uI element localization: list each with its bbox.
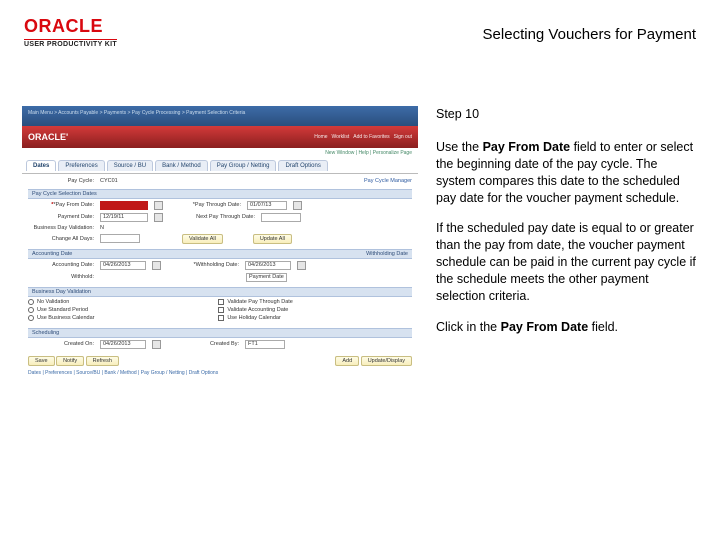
- check-pay-through[interactable]: Validate Pay Through Date: [218, 299, 293, 305]
- brand-bar: ORACLE' Home Worklist Add to Favorites S…: [22, 126, 418, 148]
- check-accounting-date[interactable]: Validate Accounting Date: [218, 307, 288, 313]
- bd-validation-label: Business Day Validation:: [28, 225, 94, 231]
- calendar-icon[interactable]: [293, 201, 302, 210]
- breadcrumb: Main Menu > Accounts Payable > Payments …: [22, 106, 418, 120]
- check-holiday-calendar[interactable]: Use Holiday Calendar: [218, 315, 281, 321]
- bd-validation-value: N: [100, 225, 104, 231]
- link-favorites[interactable]: Add to Favorites: [353, 134, 389, 140]
- created-by-label: Created By:: [167, 341, 239, 347]
- change-all-label: Change All Days:: [28, 236, 94, 242]
- pay-through-date-label: *Pay Through Date:: [169, 202, 241, 208]
- tab-preferences[interactable]: Preferences: [58, 160, 104, 171]
- save-button[interactable]: Save: [28, 356, 55, 366]
- pay-from-date-label: **Pay From Date:: [28, 202, 94, 208]
- pay-from-date-field[interactable]: [100, 201, 148, 210]
- pay-cycle-manager-link[interactable]: Pay Cycle Manager: [364, 178, 412, 184]
- next-pay-through-label: Next Pay Through Date:: [169, 214, 255, 220]
- calendar-icon[interactable]: [297, 261, 306, 270]
- pay-cycle-value: CYC01: [100, 178, 118, 184]
- section-scheduling: Scheduling: [28, 328, 412, 338]
- section-accounting: Accounting DateWithholding Date: [28, 249, 412, 259]
- withhold-select[interactable]: Payment Date: [246, 273, 287, 282]
- nav-bar: Main Menu > Accounts Payable > Payments …: [22, 106, 418, 126]
- update-all-button[interactable]: Update All: [253, 234, 292, 244]
- tab-bank[interactable]: Bank / Method: [155, 160, 208, 171]
- instruction-para-3: Click in the Pay From Date field.: [436, 319, 696, 336]
- instruction-para-1: Use the Pay From Date field to enter or …: [436, 139, 696, 207]
- pay-cycle-label: Pay Cycle:: [28, 178, 94, 184]
- update-display-button[interactable]: Update/Display: [361, 356, 412, 366]
- created-on-field[interactable]: 04/26/2013: [100, 340, 146, 349]
- validate-all-button[interactable]: Validate All: [182, 234, 223, 244]
- add-button[interactable]: Add: [335, 356, 359, 366]
- tab-strip: Dates Preferences Source / BU Bank / Met…: [22, 158, 418, 174]
- payment-date-label: Payment Date:: [28, 214, 94, 220]
- tab-paygroup[interactable]: Pay Group / Netting: [210, 160, 277, 171]
- withholding-date-label: *Withholding Date:: [167, 262, 239, 268]
- pay-through-date-field[interactable]: 01/07/13: [247, 201, 287, 210]
- step-label: Step 10: [436, 106, 696, 123]
- logo-sub: USER PRODUCTIVITY KIT: [24, 39, 117, 48]
- payment-date-field[interactable]: 12/19/11: [100, 213, 148, 222]
- radio-business-calendar[interactable]: Use Business Calendar: [28, 315, 94, 321]
- accounting-date-field[interactable]: 04/26/2013: [100, 261, 146, 270]
- created-on-label: Created On:: [28, 341, 94, 347]
- calendar-icon[interactable]: [152, 340, 161, 349]
- radio-standard-period[interactable]: Use Standard Period: [28, 307, 88, 313]
- logo-brand: ORACLE: [24, 16, 117, 37]
- subbar: New Window | Help | Personalize Page: [22, 148, 418, 158]
- withholding-date-field[interactable]: 04/26/2013: [245, 261, 291, 270]
- calendar-icon[interactable]: [154, 213, 163, 222]
- brand-text: ORACLE': [28, 132, 68, 142]
- refresh-button[interactable]: Refresh: [86, 356, 119, 366]
- instruction-para-2: If the scheduled pay date is equal to or…: [436, 220, 696, 304]
- calendar-icon[interactable]: [154, 201, 163, 210]
- withhold-label: Withhold:: [28, 274, 94, 280]
- created-by-field[interactable]: FT1: [245, 340, 285, 349]
- app-screenshot: Main Menu > Accounts Payable > Payments …: [22, 106, 418, 384]
- instruction-panel: Step 10 Use the Pay From Date field to e…: [436, 106, 696, 350]
- change-all-field[interactable]: [100, 234, 140, 243]
- calendar-icon[interactable]: [152, 261, 161, 270]
- oracle-logo: ORACLE USER PRODUCTIVITY KIT: [24, 16, 117, 48]
- page-title: Selecting Vouchers for Payment: [483, 26, 696, 43]
- tab-draft[interactable]: Draft Options: [278, 160, 327, 171]
- notify-button[interactable]: Notify: [56, 356, 84, 366]
- footer-tab-links[interactable]: Dates | Preferences | Source/BU | Bank /…: [22, 367, 418, 379]
- tab-source[interactable]: Source / BU: [107, 160, 153, 171]
- link-worklist[interactable]: Worklist: [332, 134, 350, 140]
- section-bd-validation: Business Day Validation: [28, 287, 412, 297]
- tab-dates[interactable]: Dates: [26, 160, 56, 171]
- link-home[interactable]: Home: [314, 134, 327, 140]
- radio-no-validation[interactable]: No Validation: [28, 299, 69, 305]
- section-selection-dates: Pay Cycle Selection Dates: [28, 189, 412, 199]
- next-pay-through-field[interactable]: [261, 213, 301, 222]
- accounting-date-label: Accounting Date:: [28, 262, 94, 268]
- link-signout[interactable]: Sign out: [394, 134, 412, 140]
